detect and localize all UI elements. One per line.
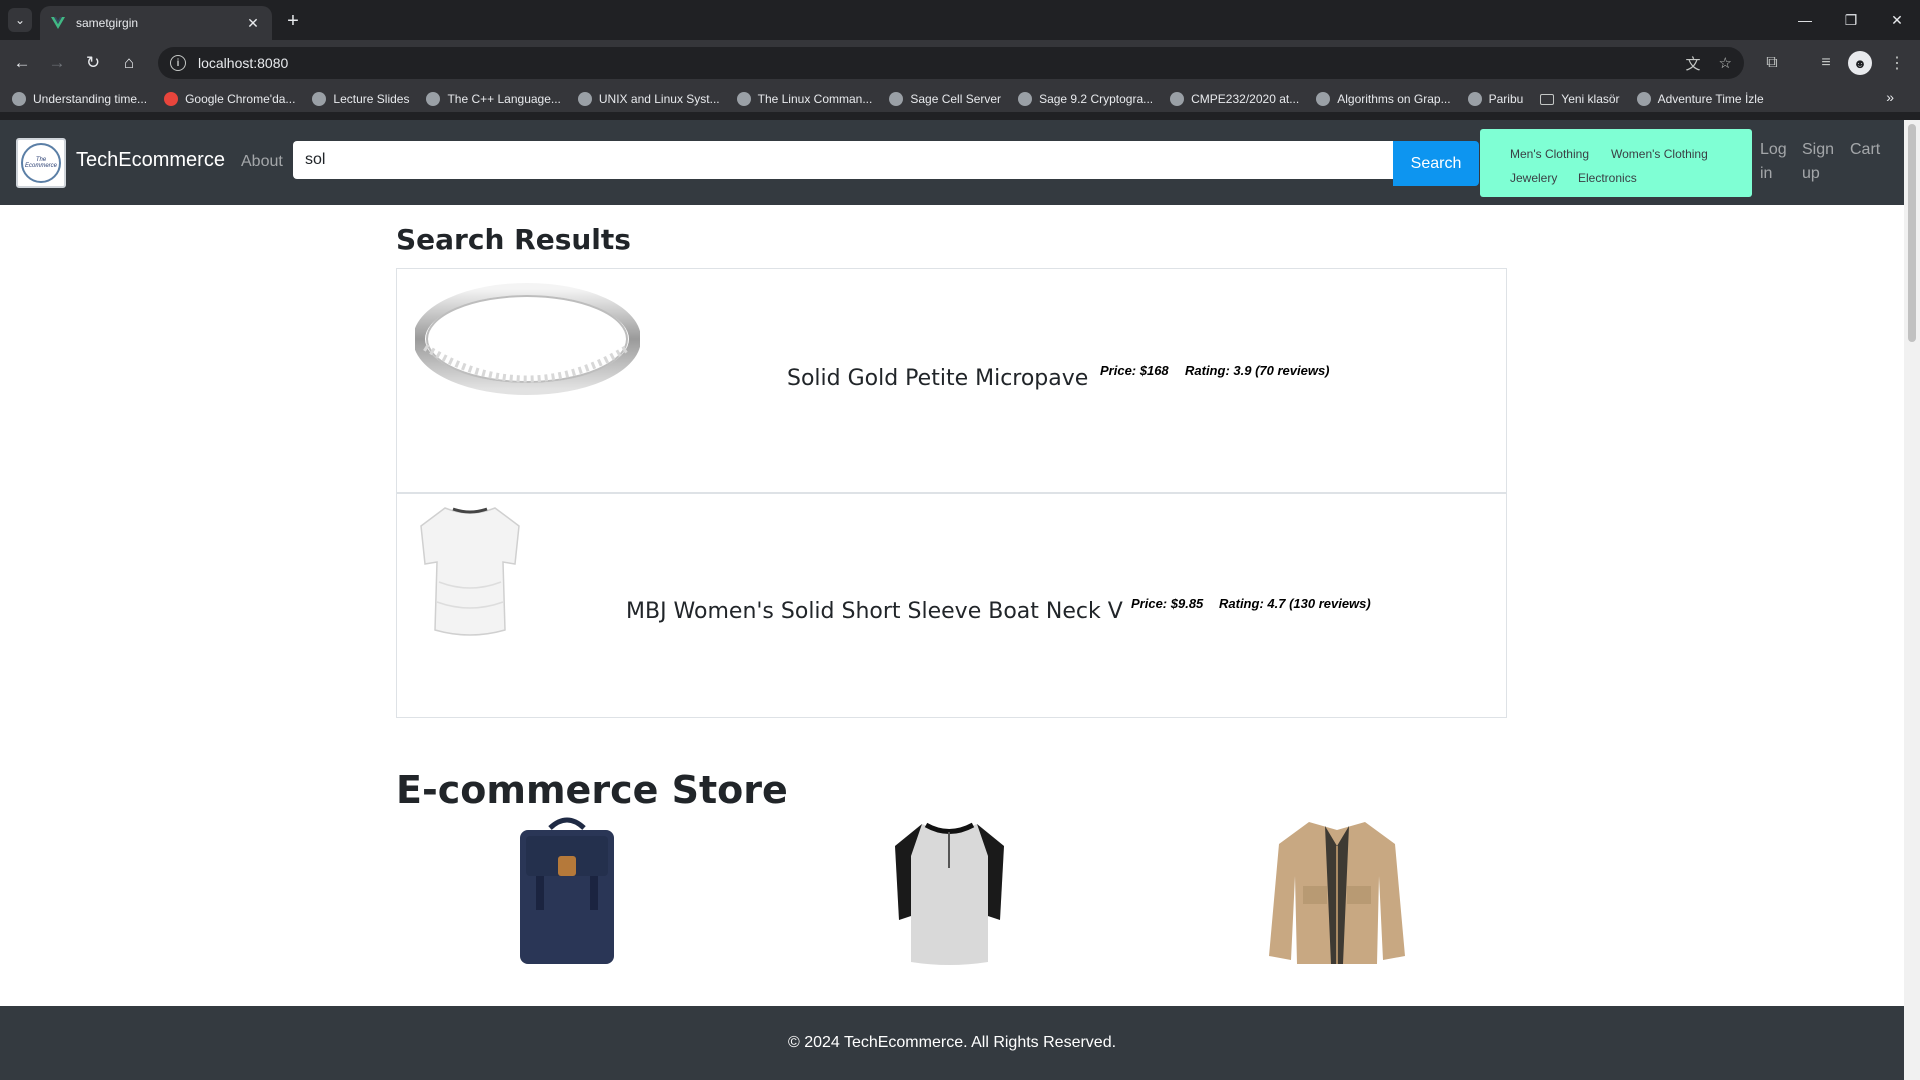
bookmark[interactable]: The C++ Language... bbox=[426, 92, 561, 106]
jacket-image[interactable] bbox=[1267, 816, 1407, 966]
site-navbar: The Ecommerce TechEcommerce About Search… bbox=[0, 120, 1904, 205]
new-tab-icon[interactable]: + bbox=[280, 8, 306, 34]
active-tab[interactable]: sametgirgin ✕ bbox=[40, 6, 272, 40]
site-footer: © 2024 TechEcommerce. All Rights Reserve… bbox=[0, 1006, 1904, 1080]
search-input[interactable] bbox=[293, 141, 1393, 179]
bookmarks-bar: Understanding time... Google Chrome'da..… bbox=[0, 86, 1920, 112]
reload-icon[interactable]: ↻ bbox=[80, 50, 106, 76]
bookmark[interactable]: Sage Cell Server bbox=[889, 92, 1001, 106]
folder-icon bbox=[1540, 93, 1555, 105]
extensions-icon[interactable]: ⧉ bbox=[1759, 50, 1785, 76]
search-button[interactable]: Search bbox=[1393, 141, 1479, 186]
category-menu: Men's Clothing Women's Clothing Jewelery… bbox=[1480, 129, 1752, 197]
star-icon[interactable]: ☆ bbox=[1719, 54, 1732, 72]
globe-icon bbox=[312, 92, 327, 106]
cart-link[interactable]: Cart bbox=[1850, 138, 1880, 162]
brand-name[interactable]: TechEcommerce bbox=[76, 149, 225, 172]
result-rating: Rating: 3.9 (70 reviews) bbox=[1185, 363, 1330, 378]
globe-icon bbox=[1170, 92, 1185, 106]
globe-icon bbox=[1636, 92, 1651, 106]
globe-icon bbox=[577, 92, 592, 106]
restore-icon[interactable]: ❐ bbox=[1828, 0, 1874, 40]
category-jewelery[interactable]: Jewelery bbox=[1510, 171, 1557, 185]
search-result-item[interactable]: MBJ Women's Solid Short Sleeve Boat Neck… bbox=[396, 493, 1507, 718]
site-logo[interactable]: The Ecommerce bbox=[16, 138, 66, 188]
scrollbar-thumb[interactable] bbox=[1908, 124, 1916, 342]
tab-title: sametgirgin bbox=[76, 16, 139, 30]
forward-icon[interactable]: → bbox=[44, 50, 70, 76]
close-icon[interactable]: ✕ bbox=[244, 15, 262, 32]
result-rating: Rating: 4.7 (130 reviews) bbox=[1219, 596, 1371, 611]
address-bar[interactable]: i localhost:8080 文 ☆ bbox=[158, 47, 1744, 79]
bookmark[interactable]: Sage 9.2 Cryptogra... bbox=[1018, 92, 1153, 106]
category-mens-clothing[interactable]: Men's Clothing bbox=[1510, 147, 1589, 161]
henley-shirt-image[interactable] bbox=[892, 816, 1007, 966]
footer-text: © 2024 TechEcommerce. All Rights Reserve… bbox=[787, 1034, 1117, 1051]
category-womens-clothing[interactable]: Women's Clothing bbox=[1611, 147, 1708, 161]
bookmark[interactable]: Algorithms on Grap... bbox=[1316, 92, 1451, 106]
bookmark[interactable]: Lecture Slides bbox=[312, 92, 409, 106]
globe-icon bbox=[1018, 92, 1033, 106]
translate-icon[interactable]: 文 bbox=[1686, 53, 1701, 74]
bookmark[interactable]: UNIX and Linux Syst... bbox=[577, 92, 720, 106]
signup-link[interactable]: Sign up bbox=[1802, 138, 1834, 186]
minimize-icon[interactable]: — bbox=[1782, 0, 1828, 40]
tab-search-button[interactable]: ⌄ bbox=[8, 8, 32, 32]
globe-icon bbox=[1467, 92, 1482, 106]
close-window-icon[interactable]: ✕ bbox=[1874, 0, 1920, 40]
url-text: localhost:8080 bbox=[198, 55, 289, 71]
chevron-double-right-icon[interactable]: » bbox=[1886, 89, 1894, 105]
browser-toolbar: ← → ↻ ⌂ i localhost:8080 文 ☆ ⧉ ≡ ⋮ bbox=[0, 40, 1920, 86]
about-link[interactable]: About bbox=[241, 153, 283, 171]
result-price: Price: $9.85 bbox=[1131, 596, 1204, 611]
bookmark[interactable]: CMPE232/2020 at... bbox=[1170, 92, 1299, 106]
globe-icon bbox=[736, 92, 751, 106]
page-viewport: The Ecommerce TechEcommerce About Search… bbox=[0, 120, 1904, 1080]
page-scrollbar[interactable] bbox=[1904, 120, 1920, 1080]
category-electronics[interactable]: Electronics bbox=[1578, 171, 1637, 185]
bookmark-folder[interactable]: Yeni klasör bbox=[1540, 92, 1620, 106]
bookmark[interactable]: Understanding time... bbox=[12, 92, 147, 106]
ring-image bbox=[415, 283, 640, 395]
google-icon bbox=[164, 92, 179, 106]
backpack-image[interactable] bbox=[512, 816, 622, 966]
home-icon[interactable]: ⌂ bbox=[116, 50, 142, 76]
window-controls: — ❐ ✕ bbox=[1782, 0, 1920, 40]
vue-icon bbox=[51, 17, 65, 29]
bookmark[interactable]: Paribu bbox=[1467, 92, 1523, 106]
bookmark[interactable]: Adventure Time İzle bbox=[1636, 92, 1764, 106]
tab-strip: ⌄ sametgirgin ✕ + — ❐ ✕ bbox=[0, 0, 1920, 40]
store-title: E-commerce Store bbox=[396, 768, 788, 812]
cplusplus-icon bbox=[426, 92, 441, 106]
back-icon[interactable]: ← bbox=[9, 50, 35, 76]
search-results-title: Search Results bbox=[396, 223, 631, 256]
result-name[interactable]: MBJ Women's Solid Short Sleeve Boat Neck… bbox=[626, 599, 1123, 624]
site-info-icon[interactable]: i bbox=[170, 55, 186, 71]
globe-icon bbox=[12, 92, 26, 106]
result-name[interactable]: Solid Gold Petite Micropave bbox=[787, 366, 1088, 391]
globe-icon bbox=[1316, 92, 1331, 106]
profile-avatar[interactable]: ☻ bbox=[1848, 51, 1872, 75]
login-link[interactable]: Log in bbox=[1760, 138, 1787, 186]
bookmark[interactable]: The Linux Comman... bbox=[736, 92, 872, 106]
result-price: Price: $168 bbox=[1100, 363, 1169, 378]
tshirt-image bbox=[420, 507, 520, 636]
logo-text: The Ecommerce bbox=[21, 143, 61, 183]
menu-icon[interactable]: ⋮ bbox=[1884, 50, 1910, 76]
search-result-item[interactable]: Solid Gold Petite Micropave Price: $168 … bbox=[396, 268, 1507, 493]
globe-icon bbox=[889, 92, 904, 106]
media-icon[interactable]: ≡ bbox=[1813, 50, 1839, 76]
bookmark[interactable]: Google Chrome'da... bbox=[164, 92, 295, 106]
